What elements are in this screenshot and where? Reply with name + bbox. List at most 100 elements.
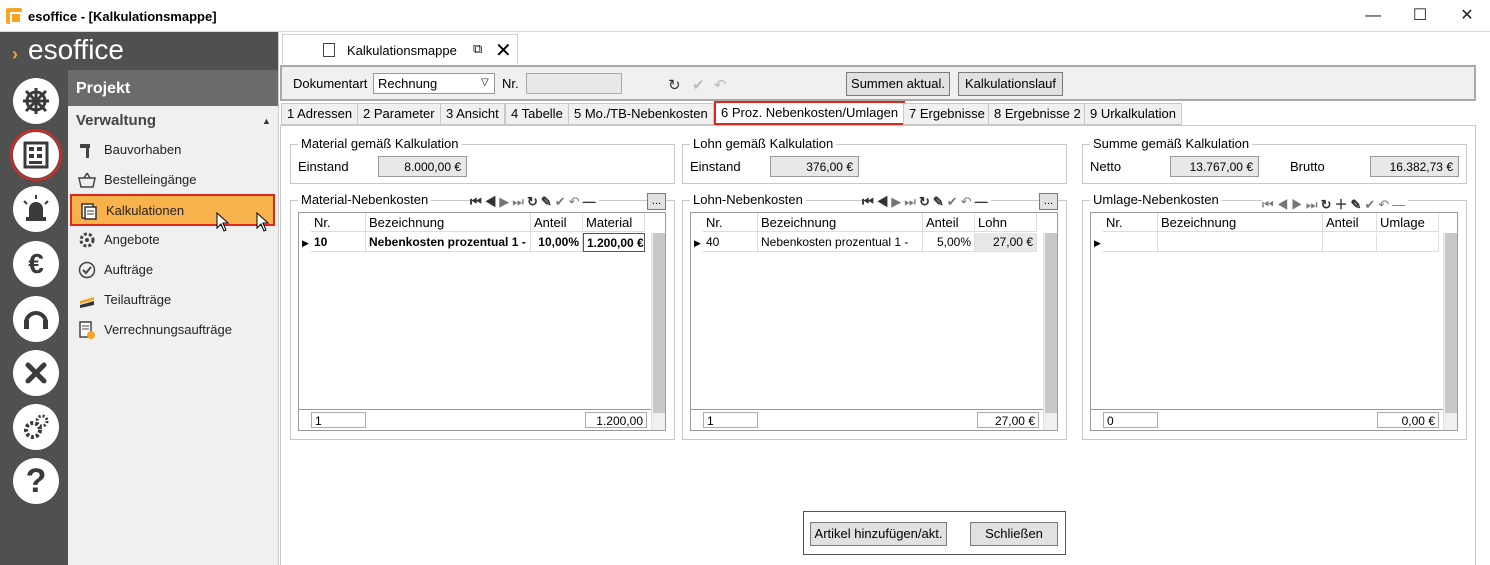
table-cell[interactable] — [1158, 233, 1323, 252]
sidebar-item-verrechnungsauftraege[interactable]: Verrechnungsaufträge — [70, 315, 275, 345]
column-header[interactable]: Nr. — [1103, 213, 1158, 232]
table-cell[interactable]: 27,00 € — [975, 233, 1037, 252]
tab-proz-nebenkosten[interactable]: 6 Proz. Nebenkosten/Umlagen — [714, 101, 906, 125]
app-icon — [6, 8, 22, 24]
column-header[interactable]: Nr. — [311, 213, 366, 232]
check-circle-icon — [78, 261, 96, 279]
settings-gears-icon[interactable] — [13, 404, 59, 450]
column-header[interactable]: Material — [583, 213, 645, 232]
tab-ergebnisse[interactable]: 7 Ergebnisse — [903, 103, 991, 125]
sidebar-item-teilauftraege[interactable]: Teilaufträge — [70, 285, 275, 315]
column-header[interactable]: Anteil — [1323, 213, 1377, 232]
column-header[interactable]: Lohn — [975, 213, 1037, 232]
layers-icon — [80, 297, 94, 308]
grid-navigator[interactable]: ⏮◀▶⏭↻✎✔↶— — [862, 194, 991, 210]
table-cell[interactable]: 40 — [703, 233, 758, 252]
euro-icon[interactable]: € — [13, 241, 59, 287]
table-cell[interactable]: Nebenkosten prozentual 1 - — [758, 233, 923, 252]
netto-value: 13.767,00 € — [1170, 156, 1259, 177]
table-cell[interactable] — [1377, 233, 1439, 252]
more-options-button[interactable]: ... — [647, 193, 666, 210]
table-cell[interactable]: 10,00% — [531, 233, 583, 252]
lohn-grid[interactable]: Nr. Bezeichnung Anteil Lohn ▶ 40 Nebenko… — [690, 212, 1058, 431]
support-headset-icon[interactable] — [13, 296, 59, 342]
tab-ergebnisse-2[interactable]: 8 Ergebnisse 2 — [988, 103, 1087, 125]
column-header[interactable]: Bezeichnung — [1158, 213, 1323, 232]
brutto-label: Brutto — [1290, 159, 1325, 174]
close-window-button[interactable]: ✕ — [1452, 6, 1482, 26]
group-title: Lohn gemäß Kalkulation — [690, 136, 837, 151]
summen-aktualisieren-button[interactable]: Summen aktual. — [846, 72, 950, 96]
row-indicator-icon: ▶ — [302, 238, 309, 248]
sidebar-item-kalkulationen[interactable]: Kalkulationen — [70, 194, 275, 232]
grid-navigator[interactable]: ⏮◀▶⏭↻✎✔↶— — [470, 194, 599, 210]
footer-sum: 0,00 € — [1377, 412, 1439, 428]
tab-tabelle[interactable]: 4 Tabelle — [505, 103, 569, 125]
section-title[interactable]: Verwaltung — [76, 112, 156, 129]
row-indicator-icon: ▶ — [694, 238, 701, 248]
sidebar-item-label: Verrechnungsaufträge — [104, 322, 232, 337]
tab-adressen[interactable]: 1 Adressen — [281, 103, 359, 125]
close-tab-icon[interactable]: ✕ — [495, 38, 512, 63]
table-cell[interactable] — [1323, 233, 1377, 252]
sidebar-item-auftraege[interactable]: Aufträge — [70, 255, 275, 285]
sidebar-item-angebote[interactable]: Angebote — [70, 225, 275, 255]
chevron-down-icon[interactable]: ▽ — [481, 77, 489, 88]
alarm-light-icon[interactable] — [13, 186, 59, 232]
schliessen-button[interactable]: Schließen — [970, 522, 1058, 546]
tab-urkalkulation[interactable]: 9 Urkalkulation — [1084, 103, 1182, 125]
calculation-doc-icon — [81, 203, 97, 220]
tab-parameter[interactable]: 2 Parameter — [357, 103, 441, 125]
scrollbar[interactable] — [1043, 233, 1057, 430]
table-cell[interactable]: 1.200,00 € — [583, 233, 645, 252]
column-header[interactable]: Anteil — [923, 213, 975, 232]
table-cell[interactable] — [1103, 233, 1158, 252]
table-cell[interactable]: 5,00% — [923, 233, 975, 252]
column-header[interactable]: Anteil — [531, 213, 583, 232]
column-header[interactable]: Umlage — [1377, 213, 1439, 232]
external-link-icon[interactable]: ⧉ — [473, 41, 482, 57]
collapse-caret-icon[interactable]: ▲ — [262, 116, 271, 126]
tab-ansicht[interactable]: 3 Ansicht — [440, 103, 505, 125]
artikel-hinzufuegen-button[interactable]: Artikel hinzufügen/akt. — [810, 522, 947, 546]
document-tab[interactable]: Kalkulationsmappe ⧉ ✕ — [282, 34, 518, 64]
gear-icon — [79, 232, 95, 248]
sidebar-item-label: Angebote — [104, 232, 160, 247]
brutto-value: 16.382,73 € — [1370, 156, 1459, 177]
helm-icon[interactable] — [13, 78, 59, 124]
column-header[interactable]: Nr. — [703, 213, 758, 232]
lohn-einstand-value: 376,00 € — [770, 156, 859, 177]
scrollbar[interactable] — [651, 233, 665, 430]
kalkulationslauf-button[interactable]: Kalkulationslauf — [958, 72, 1063, 96]
sidebar-item-label: Teilaufträge — [104, 292, 172, 307]
table-cell[interactable]: 10 — [311, 233, 366, 252]
footer-count: 1 — [311, 412, 366, 428]
scrollbar[interactable] — [1443, 233, 1457, 430]
calculator-icon — [323, 43, 335, 57]
footer-sum: 27,00 € — [977, 412, 1039, 428]
dokumentart-select[interactable]: Rechnung — [373, 73, 495, 94]
help-icon[interactable]: ? — [13, 458, 59, 504]
sidebar-item-label: Bestelleingänge — [104, 172, 197, 187]
tools-icon[interactable] — [13, 350, 59, 396]
maximize-button[interactable]: ☐ — [1405, 6, 1435, 26]
footer-count: 0 — [1103, 412, 1158, 428]
nr-label: Nr. — [502, 76, 519, 91]
sidebar-item-bestelleingaenge[interactable]: Bestelleingänge — [70, 165, 275, 195]
tab-mo-tb-nebenkosten[interactable]: 5 Mo./TB-Nebenkosten — [568, 103, 714, 125]
column-header[interactable]: Bezeichnung — [758, 213, 923, 232]
basket-icon — [78, 172, 96, 188]
nr-input[interactable] — [526, 73, 622, 94]
table-cell[interactable]: Nebenkosten prozentual 1 - — [366, 233, 531, 252]
refresh-icon[interactable]: ↻ — [668, 76, 681, 94]
sidebar-item-bauvorhaben[interactable]: Bauvorhaben — [70, 135, 275, 165]
minimize-button[interactable]: — — [1358, 6, 1388, 26]
calculation-module-icon[interactable] — [13, 132, 59, 178]
grid-navigator[interactable]: ⏮◀▶⏭↻＋✎✔↶— — [1262, 194, 1409, 213]
more-options-button[interactable]: ... — [1039, 193, 1058, 210]
group-title: Umlage-Nebenkosten — [1090, 192, 1222, 207]
column-header[interactable]: Bezeichnung — [366, 213, 531, 232]
grid-footer: 1 1.200,00 — [299, 409, 651, 428]
umlage-grid[interactable]: Nr. Bezeichnung Anteil Umlage ▶ 0 0,00 € — [1090, 212, 1458, 431]
material-grid[interactable]: Nr. Bezeichnung Anteil Material ▶ 10 Neb… — [298, 212, 666, 431]
